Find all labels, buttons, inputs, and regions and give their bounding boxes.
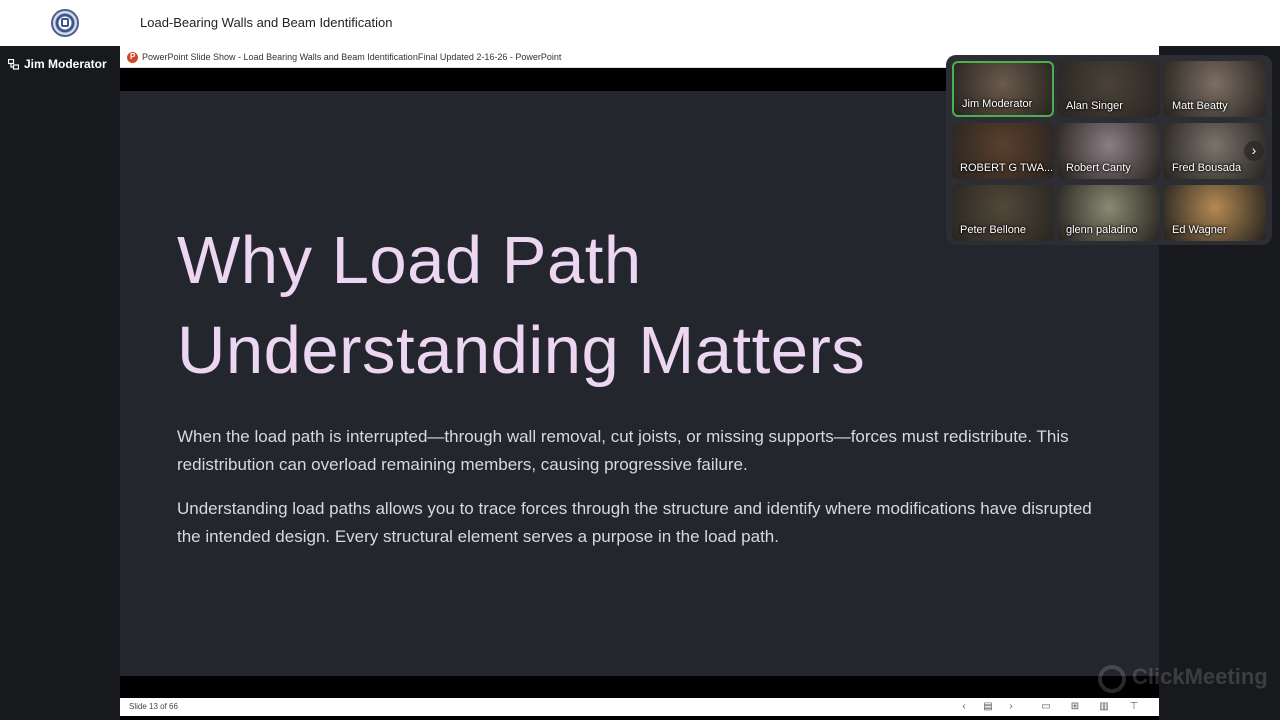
participant-name: Peter Bellone (960, 224, 1027, 236)
slide-heading-line2: Understanding Matters (177, 313, 866, 388)
participant-video-grid: Jim Moderator Alan Singer Matt Beatty RO… (946, 55, 1272, 245)
participant-name: Ed Wagner (1172, 224, 1227, 236)
organization-logo (51, 9, 79, 37)
watermark-logo-icon (1098, 665, 1126, 693)
slide-paragraph-2: Understanding load paths allows you to t… (177, 499, 1092, 546)
watermark: ClickMeeting (1132, 664, 1268, 689)
webinar-title: Load-Bearing Walls and Beam Identificati… (140, 15, 393, 30)
slide-sorter-icon[interactable]: ⊞ (1069, 701, 1081, 713)
participant-name: Alan Singer (1066, 100, 1123, 112)
powerpoint-icon (127, 52, 138, 63)
video-tile[interactable]: Ed Wagner (1164, 185, 1266, 241)
participant-name: ROBERT G TWA... (960, 162, 1054, 174)
slideshow-statusbar: Slide 13 of 66 ‹ ▤ › ▭ ⊞ ▥ ⊤ (120, 698, 1159, 716)
video-tile[interactable]: ROBERT G TWA... (952, 123, 1054, 179)
participant-name: glenn paladino (1066, 224, 1138, 236)
video-tile[interactable]: Jim Moderator (952, 61, 1054, 117)
left-panel: Jim Moderator (0, 46, 120, 720)
slide-paragraph-1: When the load path is interrupted—throug… (177, 427, 1069, 474)
slide-heading-line1: Why Load Path (177, 223, 642, 298)
video-tile[interactable]: Peter Bellone (952, 185, 1054, 241)
normal-view-icon[interactable]: ▭ (1040, 701, 1052, 713)
slide-heading: Why Load Path Understanding Matters (177, 216, 1077, 396)
slide-menu-icon[interactable]: ▤ (982, 701, 994, 713)
video-tile[interactable]: Matt Beatty (1164, 61, 1266, 117)
participant-name: Matt Beatty (1172, 100, 1228, 112)
participant-name: Jim Moderator (962, 98, 1033, 110)
chevron-right-icon[interactable]: › (1005, 701, 1017, 713)
chevron-right-icon[interactable]: › (1244, 141, 1264, 161)
slideshow-icon[interactable]: ⊤ (1128, 701, 1140, 713)
video-tile[interactable]: glenn paladino (1058, 185, 1160, 241)
chevron-left-icon[interactable]: ‹ (958, 701, 970, 713)
presenter-icon (8, 59, 19, 70)
top-bar: Load-Bearing Walls and Beam Identificati… (0, 0, 1280, 46)
powerpoint-window-title: PowerPoint Slide Show - Load Bearing Wal… (142, 52, 562, 62)
video-tile[interactable]: Robert Canty (1058, 123, 1160, 179)
reading-view-icon[interactable]: ▥ (1098, 701, 1110, 713)
slide-counter: Slide 13 of 66 (129, 702, 178, 711)
video-tile[interactable]: Alan Singer (1058, 61, 1160, 117)
participant-name: Robert Canty (1066, 162, 1131, 174)
participant-name: Fred Bousada (1172, 162, 1242, 174)
presenter-name: Jim Moderator (24, 57, 107, 71)
